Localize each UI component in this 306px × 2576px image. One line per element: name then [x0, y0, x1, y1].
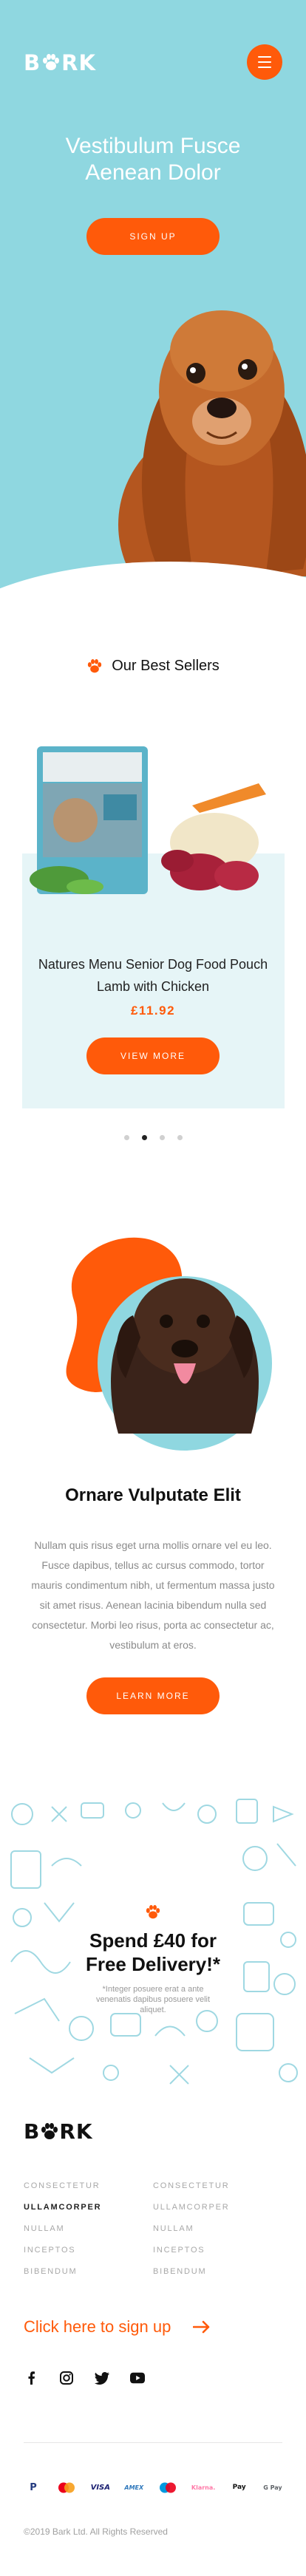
hero-dog-image	[118, 310, 306, 576]
footer-divider	[24, 2442, 282, 2443]
learn-more-button[interactable]: LEARN MORE	[86, 1677, 220, 1714]
paw-icon	[146, 1905, 160, 1919]
paw-icon	[41, 2122, 58, 2139]
twitter-icon[interactable]	[95, 2371, 109, 2385]
delivery-note: *Integer posuere erat a ante venenatis d…	[95, 1985, 211, 2014]
carousel-dot-active[interactable]	[141, 1135, 147, 1140]
logo-text: RK	[61, 50, 96, 75]
sign-up-button[interactable]: SIGN UP	[86, 218, 220, 255]
feature-body: Nullam quis risus eget urna mollis ornar…	[31, 1539, 275, 1651]
paypal-icon: P	[30, 2481, 37, 2493]
menu-button[interactable]	[247, 44, 282, 80]
best-sellers-title: Our Best Sellers	[112, 658, 220, 674]
amex-icon: AMEX	[124, 2484, 144, 2491]
signup-label: Click here to sign up	[24, 2317, 171, 2336]
social-links	[24, 2371, 145, 2385]
arrow-right-icon	[193, 2320, 210, 2334]
carousel-dot[interactable]	[123, 1135, 129, 1140]
footer-link[interactable]: NULLAM	[24, 2223, 153, 2235]
mastercard-icon	[57, 2481, 76, 2494]
footer-column-1: CONSECTETUR ULLAMCORPER NULLAM INCEPTOS …	[24, 2180, 153, 2277]
hamburger-menu-icon	[258, 67, 271, 68]
view-more-button[interactable]: VIEW MORE	[86, 1037, 220, 1074]
footer-logo[interactable]: B RK	[24, 2119, 93, 2144]
youtube-icon[interactable]	[130, 2371, 145, 2385]
page: B RK Vestibulum Fusce Aenean Dolor SIGN …	[0, 0, 306, 2576]
hamburger-menu-icon	[258, 61, 271, 63]
footer-link[interactable]: ULLAMCORPER	[153, 2201, 282, 2213]
footer-link-active[interactable]: ULLAMCORPER	[24, 2201, 153, 2213]
footer-link[interactable]: BIBENDUM	[153, 2266, 282, 2277]
footer-link[interactable]: CONSECTETUR	[153, 2180, 282, 2192]
carousel-dots	[0, 1135, 306, 1140]
carousel-dot[interactable]	[177, 1135, 183, 1140]
best-sellers-heading: Our Best Sellers	[0, 658, 306, 675]
footer-logo-text: RK	[59, 2119, 93, 2144]
footer-column-2: CONSECTETUR ULLAMCORPER NULLAM INCEPTOS …	[153, 2180, 282, 2277]
footer-logo-text: B	[24, 2119, 41, 2144]
logo[interactable]: B RK	[24, 50, 96, 75]
google-pay-icon: G Pay	[263, 2484, 282, 2491]
facebook-icon[interactable]	[24, 2371, 38, 2385]
footer-link[interactable]: INCEPTOS	[153, 2244, 282, 2256]
feature-puppy-image	[66, 1237, 272, 1451]
delivery-title: Spend £40 for Free Delivery!*	[85, 1929, 221, 1975]
logo-text: B	[24, 50, 41, 75]
footer-link[interactable]: NULLAM	[153, 2223, 282, 2235]
footer-link[interactable]: BIBENDUM	[24, 2266, 153, 2277]
paw-icon	[88, 658, 102, 672]
footer-link[interactable]: INCEPTOS	[24, 2244, 153, 2256]
footer-link[interactable]: CONSECTETUR	[24, 2180, 153, 2192]
feature-title: Ornare Vulputate Elit	[65, 1485, 241, 1505]
visa-icon: VISA	[90, 2483, 110, 2492]
footer-links: CONSECTETUR ULLAMCORPER NULLAM INCEPTOS …	[24, 2180, 282, 2277]
product-name: Natures Menu Senior Dog Food Pouch Lamb …	[38, 957, 268, 994]
payment-methods: P VISA AMEX Klarna. Pay G Pay	[24, 2481, 282, 2494]
copyright: ©2019 Bark Ltd. All Rights Reserved	[24, 2526, 168, 2537]
instagram-icon[interactable]	[59, 2371, 74, 2385]
carousel-dot[interactable]	[159, 1135, 165, 1140]
apple-pay-icon: Pay	[232, 2484, 246, 2491]
product-image[interactable]	[30, 739, 288, 902]
paw-icon	[43, 54, 60, 70]
hamburger-menu-icon	[258, 56, 271, 58]
klarna-icon: Klarna.	[191, 2484, 216, 2491]
maestro-icon	[158, 2481, 177, 2494]
product-price: £11.92	[130, 1004, 176, 1018]
footer-signup-link[interactable]: Click here to sign up	[24, 2317, 211, 2337]
hero-title: Vestibulum Fusce Aenean Dolor	[65, 134, 241, 185]
hero-section: B RK Vestibulum Fusce Aenean Dolor SIGN …	[0, 0, 306, 591]
